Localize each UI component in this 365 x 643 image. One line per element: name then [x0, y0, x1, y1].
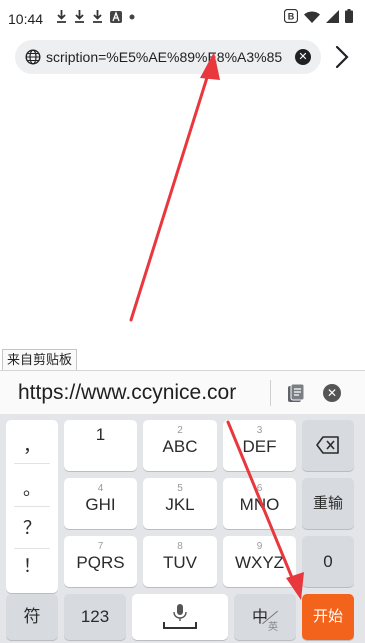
candidate-divider: [270, 380, 271, 406]
download-icon: [75, 10, 84, 23]
symbol-key[interactable]: 符: [6, 594, 58, 640]
download-icon: [57, 10, 66, 23]
b-app-icon: B: [284, 9, 298, 23]
url-bar[interactable]: scription=%E5%AE%89%E8%A3%85 ✕: [15, 40, 321, 74]
download-icon: [93, 10, 102, 23]
key-def[interactable]: 3 DEF: [223, 420, 296, 471]
dot-icon: [129, 14, 135, 19]
arrow-to-url: [129, 66, 212, 322]
key-mno[interactable]: 6 MNO: [223, 478, 296, 529]
signal-icon: [326, 9, 339, 23]
key-tuv[interactable]: 8 TUV: [143, 536, 217, 587]
number-key[interactable]: 123: [64, 594, 126, 640]
clipboard-tag: 来自剪贴板: [2, 349, 78, 370]
system-icons: B: [284, 9, 353, 23]
microphone-icon: [163, 604, 197, 629]
punct-question[interactable]: ？: [6, 514, 58, 540]
status-time: 10:44: [8, 11, 44, 27]
notification-icons: [56, 10, 135, 23]
key-wxyz[interactable]: 9 WXYZ: [223, 536, 296, 587]
app-a-icon: [110, 10, 122, 23]
svg-text:B: B: [288, 12, 295, 22]
start-button[interactable]: 开始: [302, 594, 354, 640]
keyboard: ， 。 ？ ！ 1 2 ABC 3 DEF 4 GHI 5 JKL 6 MNO: [0, 414, 365, 643]
lang-sub: 英: [268, 622, 278, 633]
globe-icon: [25, 49, 41, 65]
wifi-icon: [304, 11, 320, 23]
punct-comma[interactable]: ，: [6, 432, 58, 458]
close-icon[interactable]: ✕: [323, 384, 341, 402]
punctuation-list[interactable]: ， 。 ？ ！: [6, 420, 58, 593]
backspace-icon: [316, 436, 339, 454]
punct-divider: [14, 506, 50, 507]
chevron-right-icon[interactable]: [331, 42, 353, 72]
paste-icon[interactable]: [287, 383, 305, 403]
space-key[interactable]: [132, 594, 228, 640]
key-abc[interactable]: 2 ABC: [143, 420, 217, 471]
url-text[interactable]: scription=%E5%AE%89%E8%A3%85: [46, 49, 294, 65]
reenter-key[interactable]: 重输: [302, 478, 354, 529]
key-ghi[interactable]: 4 GHI: [64, 478, 137, 529]
punct-exclaim[interactable]: ！: [6, 552, 58, 578]
clipboard-candidate-bar: https://www.ccynice.cor ✕: [0, 370, 365, 414]
clipboard-text[interactable]: https://www.ccynice.cor: [18, 381, 268, 405]
language-switch-key[interactable]: 中 英: [234, 594, 296, 640]
key-pqrs[interactable]: 7 PQRS: [64, 536, 137, 587]
clear-icon[interactable]: ✕: [295, 49, 311, 65]
punct-period[interactable]: 。: [6, 475, 58, 501]
punct-divider: [14, 463, 50, 464]
lang-main: 中: [252, 609, 269, 626]
delete-key[interactable]: [302, 420, 354, 471]
key-1[interactable]: 1: [64, 420, 137, 471]
key-jkl[interactable]: 5 JKL: [143, 478, 217, 529]
punct-divider: [14, 548, 50, 549]
battery-icon: [345, 9, 353, 23]
status-bar: 10:44 B: [0, 0, 365, 36]
key-zero[interactable]: 0: [302, 536, 354, 587]
